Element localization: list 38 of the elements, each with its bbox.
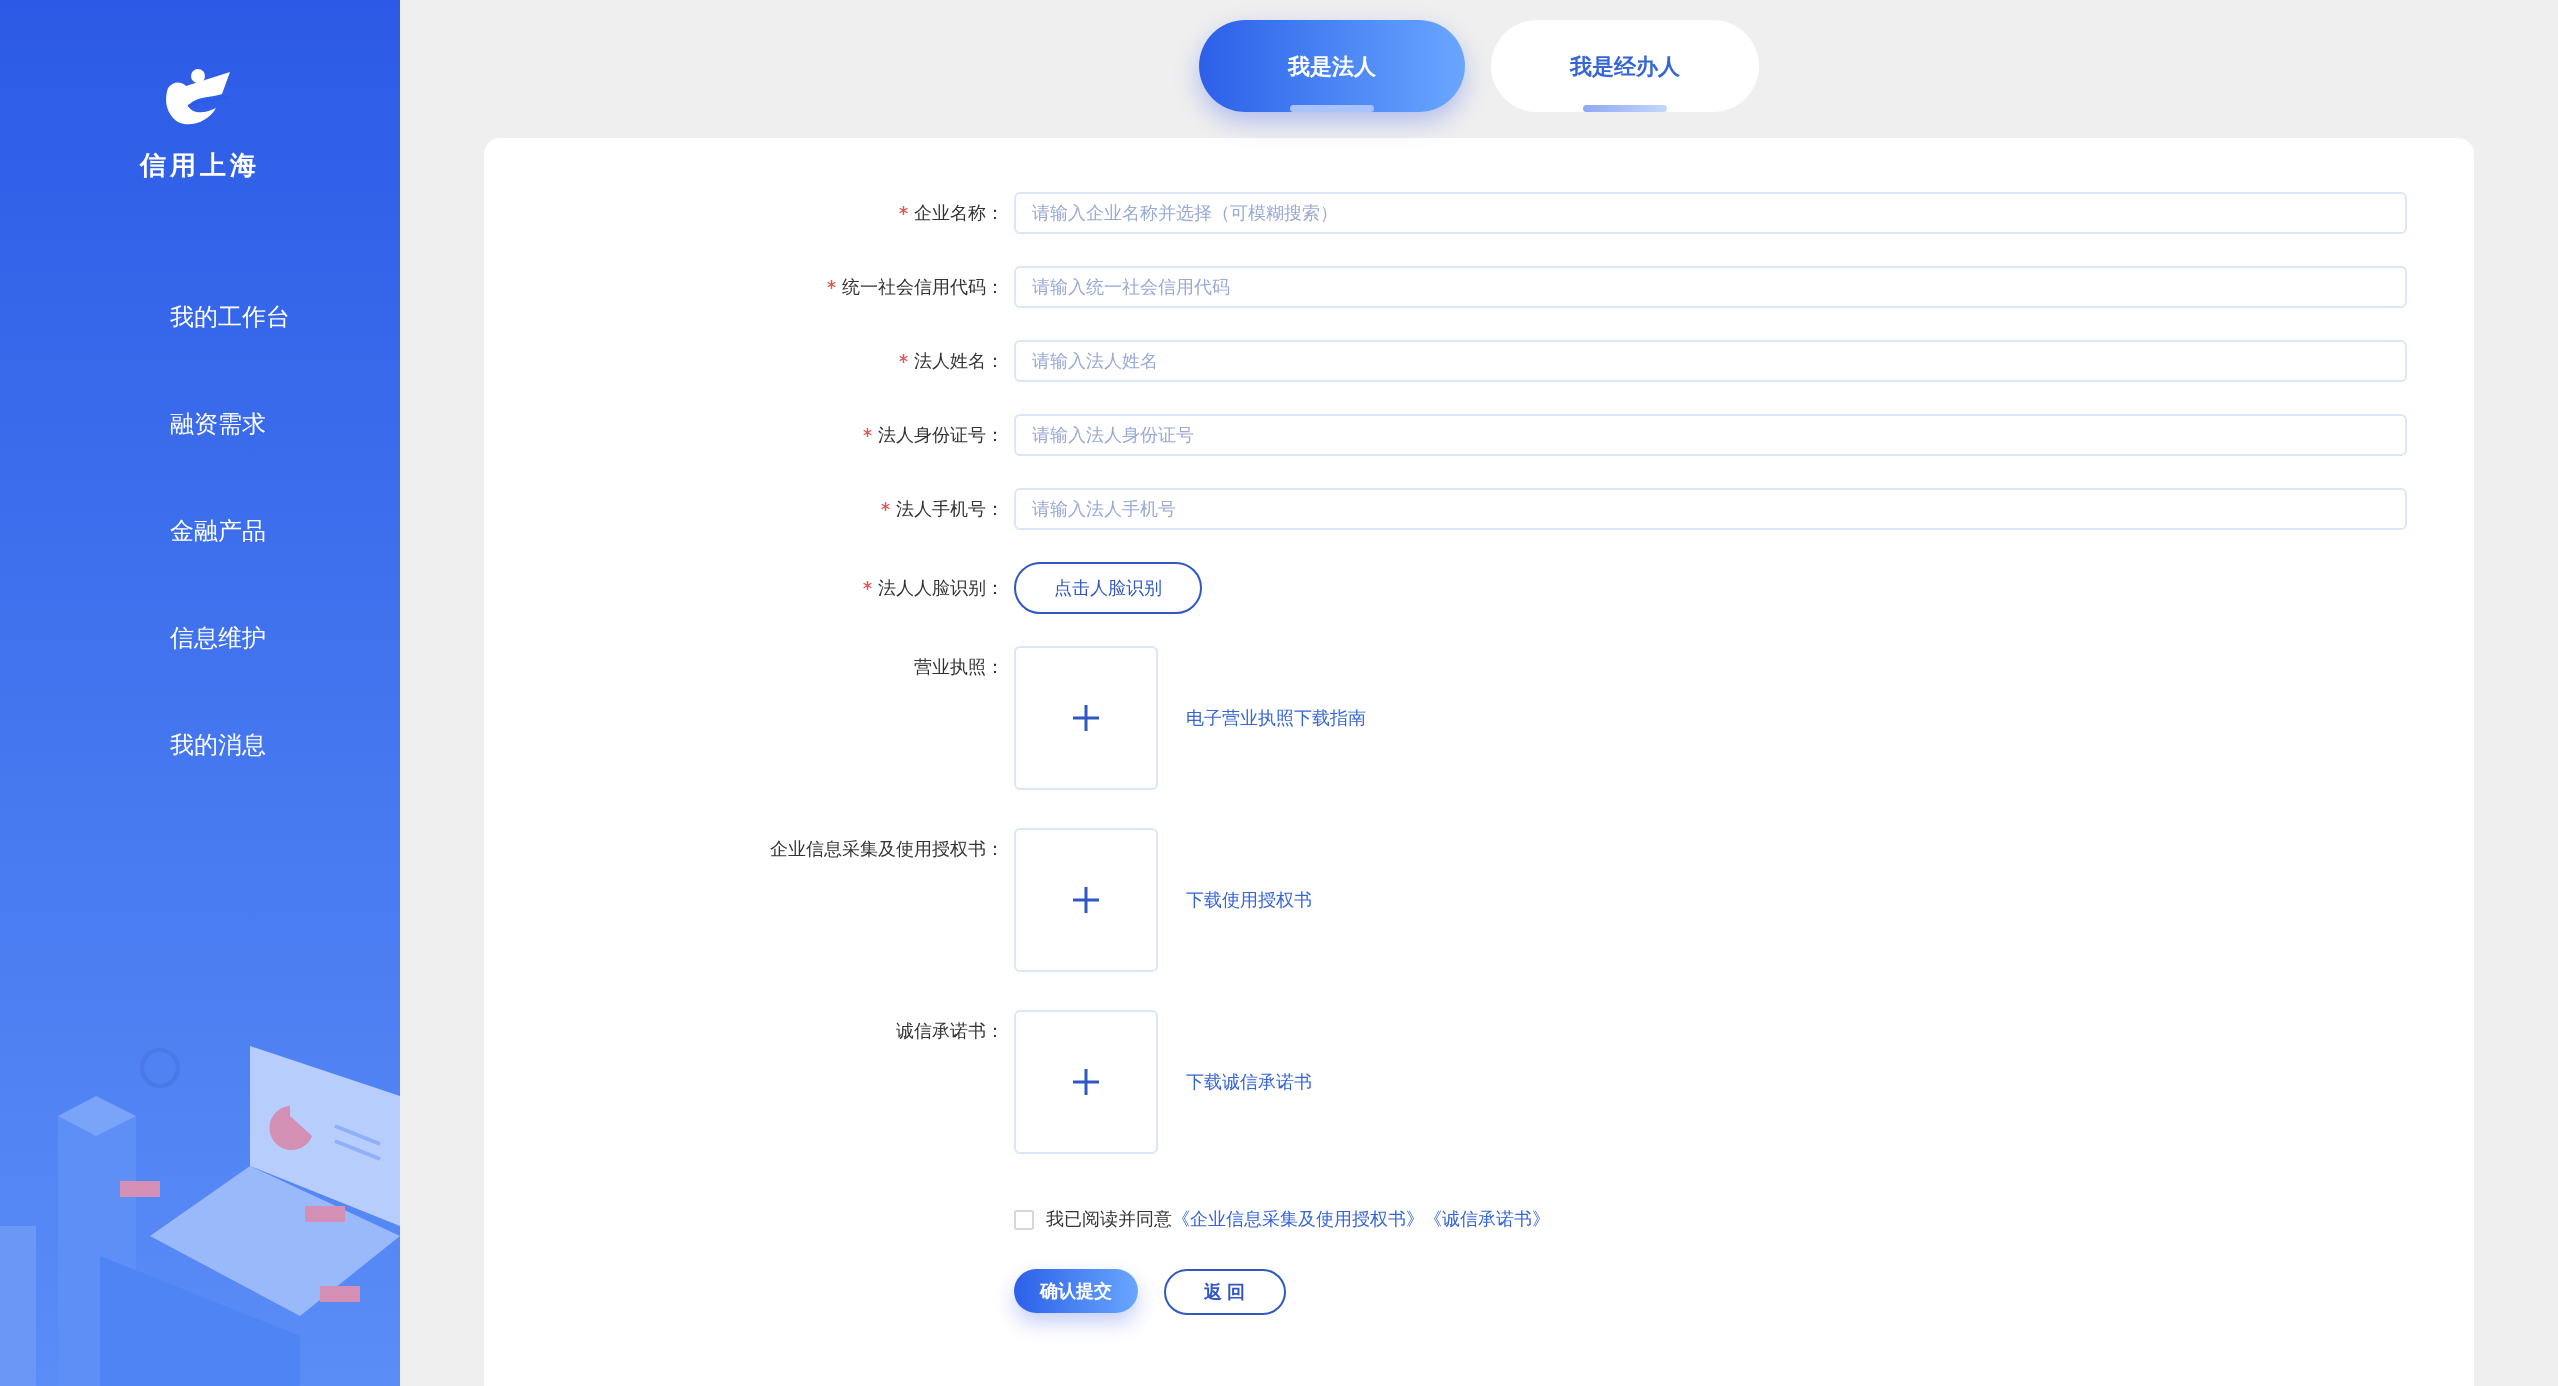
tab[interactable]: 我是法人 bbox=[1199, 20, 1465, 112]
nav-item[interactable]: 我的工作台 bbox=[170, 301, 290, 333]
field-label: 法人手机号： bbox=[896, 497, 1004, 521]
nav-item[interactable]: 融资需求 bbox=[170, 408, 266, 440]
face-recognition-button[interactable]: 点击人脸识别 bbox=[1014, 562, 1202, 614]
logo-text: 信用上海 bbox=[140, 149, 260, 182]
upload-box[interactable] bbox=[1014, 828, 1158, 972]
nav-item[interactable]: 我的消息 bbox=[170, 729, 266, 761]
field-label: 法人姓名： bbox=[914, 349, 1004, 373]
agreement-checkbox[interactable] bbox=[1014, 1209, 1034, 1230]
agreement-link[interactable]: 《企业信息采集及使用授权书》 bbox=[1172, 1209, 1424, 1229]
plus-icon bbox=[1072, 704, 1100, 732]
field-label: 诚信承诺书： bbox=[896, 1020, 1004, 1043]
field-label: 法人人脸识别： bbox=[878, 576, 1004, 600]
upload-box[interactable] bbox=[1014, 1010, 1158, 1154]
submit-button[interactable]: 确认提交 bbox=[1014, 1269, 1138, 1313]
input-field[interactable]: 请输入法人身份证号 bbox=[1014, 414, 2407, 456]
nav-item[interactable]: 金融产品 bbox=[170, 515, 266, 547]
input-field[interactable]: 请输入法人手机号 bbox=[1014, 488, 2407, 530]
nav-item[interactable]: 信息维护 bbox=[170, 622, 266, 654]
field-label: 企业名称： bbox=[914, 201, 1004, 225]
download-link[interactable]: 下载诚信承诺书 bbox=[1186, 1068, 1312, 1096]
input-field[interactable]: 请输入企业名称并选择（可模糊搜索） bbox=[1014, 192, 2407, 234]
input-field[interactable]: 请输入法人姓名 bbox=[1014, 340, 2407, 382]
upload-box[interactable] bbox=[1014, 646, 1158, 790]
tab[interactable]: 我是经办人 bbox=[1491, 20, 1759, 112]
plus-icon bbox=[1072, 1068, 1100, 1096]
field-label: 营业执照： bbox=[914, 656, 1004, 679]
field-label: 统一社会信用代码： bbox=[842, 275, 1004, 299]
input-field[interactable]: 请输入统一社会信用代码 bbox=[1014, 266, 2407, 308]
field-label: 企业信息采集及使用授权书： bbox=[770, 838, 1004, 861]
download-link[interactable]: 下载使用授权书 bbox=[1186, 886, 1312, 914]
agreement-text: 我已阅读并同意《企业信息采集及使用授权书》《诚信承诺书》 bbox=[1046, 1208, 1550, 1231]
agreement-link[interactable]: 《诚信承诺书》 bbox=[1424, 1209, 1550, 1229]
download-link[interactable]: 电子营业执照下载指南 bbox=[1186, 704, 1366, 732]
field-label: 法人身份证号： bbox=[878, 423, 1004, 447]
back-button[interactable]: 返 回 bbox=[1164, 1269, 1286, 1315]
plus-icon bbox=[1072, 886, 1100, 914]
